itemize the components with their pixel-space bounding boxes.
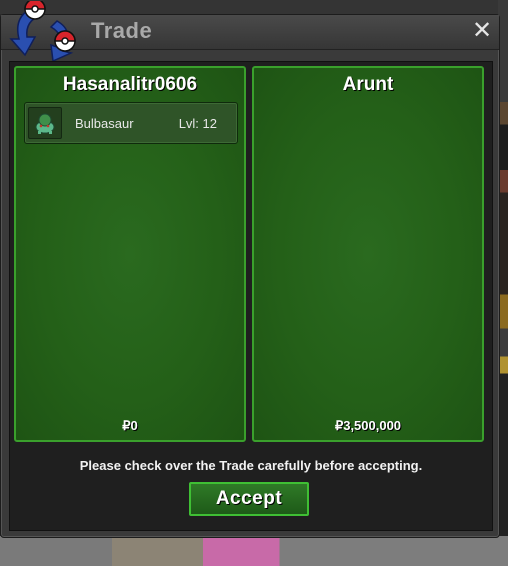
pokeball-swap-icon bbox=[9, 1, 76, 63]
player-name: Hasanalitr0606 bbox=[62, 74, 198, 95]
pokemon-name: Bulbasaur bbox=[75, 116, 134, 131]
trade-notice: Please check over the Trade carefully be… bbox=[79, 458, 423, 473]
pokemon-icon-frame bbox=[28, 107, 62, 139]
offered-money: ₽0 bbox=[122, 418, 138, 433]
pokemon-level: Lvl: 12 bbox=[178, 116, 217, 131]
game-background-bottom bbox=[0, 536, 508, 566]
accept-button[interactable]: Accept bbox=[189, 482, 309, 516]
trade-window: Trade ✕ Hasanalitr0606 Bulbasaur Lvl: 12… bbox=[0, 1, 500, 538]
bulbasaur-icon bbox=[35, 113, 55, 134]
my-offer-panel: Hasanalitr0606 Bulbasaur Lvl: 12 ₽0 bbox=[14, 66, 246, 442]
close-button[interactable]: ✕ bbox=[471, 18, 493, 42]
partner-money: ₽3,500,000 bbox=[334, 418, 402, 433]
trade-content: Hasanalitr0606 Bulbasaur Lvl: 12 ₽0 Arun… bbox=[9, 61, 493, 531]
offered-pokemon-slot[interactable]: Bulbasaur Lvl: 12 bbox=[24, 102, 238, 144]
partner-offer-panel: Arunt ₽3,500,000 bbox=[252, 66, 484, 442]
partner-name: Arunt bbox=[342, 74, 394, 95]
window-title: Trade bbox=[91, 18, 153, 43]
